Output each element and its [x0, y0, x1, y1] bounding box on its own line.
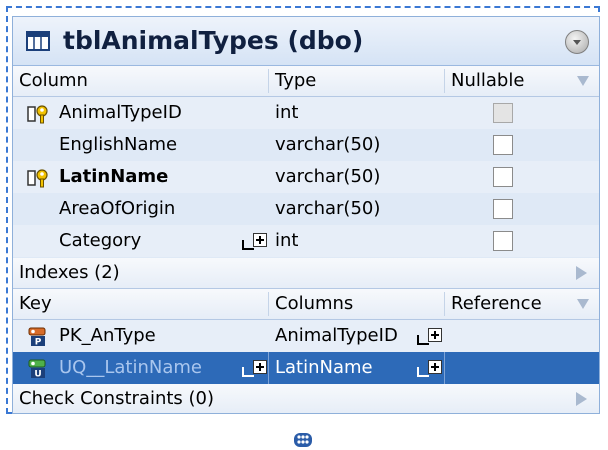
- relation-arrow-icon: [417, 335, 429, 345]
- table-icon: [26, 31, 50, 51]
- keys-header: Key Columns Reference: [13, 289, 599, 320]
- nullable-checkbox[interactable]: [493, 231, 513, 251]
- expand-section-icon[interactable]: [576, 266, 587, 280]
- relation-arrow-icon: [242, 240, 254, 250]
- table-title: tblAnimalTypes (dbo): [63, 26, 364, 55]
- expand-plus-icon[interactable]: [253, 233, 267, 247]
- nullable-checkbox[interactable]: [493, 167, 513, 187]
- key-header-reference[interactable]: Reference: [451, 289, 542, 319]
- key-column[interactable]: LatinName: [275, 352, 373, 384]
- unique-key-icon: U: [28, 359, 46, 380]
- column-header-type[interactable]: Type: [275, 66, 316, 96]
- move-handle-icon[interactable]: [293, 432, 313, 448]
- column-name[interactable]: EnglishName: [59, 129, 177, 161]
- key-column-icon: [27, 169, 48, 188]
- key-column[interactable]: AnimalTypeID: [275, 320, 398, 352]
- expand-plus-icon[interactable]: [428, 328, 442, 342]
- table-design-frame: tblAnimalTypes (dbo) Column Type Nullabl…: [6, 6, 602, 416]
- check-constraints-label[interactable]: Check Constraints (0): [19, 384, 214, 413]
- svg-text:P: P: [35, 338, 42, 348]
- column-row[interactable]: LatinName varchar(50): [13, 161, 599, 193]
- column-name[interactable]: Category: [59, 225, 141, 257]
- nullable-checkbox: [493, 103, 513, 123]
- column-row[interactable]: EnglishName varchar(50): [13, 129, 599, 161]
- column-name[interactable]: AreaOfOrigin: [59, 193, 175, 225]
- columns-header: Column Type Nullable: [13, 66, 599, 97]
- relation-arrow-icon: [417, 367, 429, 377]
- column-type[interactable]: varchar(50): [275, 193, 380, 225]
- key-name[interactable]: PK_AnType: [59, 320, 156, 352]
- column-header-column[interactable]: Column: [19, 66, 88, 96]
- expand-plus-icon[interactable]: [428, 360, 442, 374]
- column-type[interactable]: varchar(50): [275, 129, 380, 161]
- key-header-key[interactable]: Key: [19, 289, 52, 319]
- column-type[interactable]: int: [275, 97, 298, 129]
- column-name[interactable]: AnimalTypeID: [59, 97, 182, 129]
- collapse-icon[interactable]: [565, 30, 589, 54]
- key-name[interactable]: UQ__LatinName: [59, 352, 202, 384]
- svg-text:U: U: [34, 370, 41, 380]
- nullable-checkbox[interactable]: [493, 135, 513, 155]
- table-title-bar[interactable]: tblAnimalTypes (dbo): [13, 17, 599, 66]
- sort-dropdown-icon[interactable]: [577, 299, 589, 309]
- column-type[interactable]: varchar(50): [275, 161, 380, 193]
- indexes-label[interactable]: Indexes (2): [19, 258, 120, 288]
- check-constraints-section-header[interactable]: Check Constraints (0): [13, 384, 599, 413]
- column-row[interactable]: Category int: [13, 225, 599, 257]
- key-column-icon: [27, 105, 48, 124]
- column-header-nullable[interactable]: Nullable: [451, 66, 524, 96]
- column-row[interactable]: AnimalTypeID int: [13, 97, 599, 129]
- relation-arrow-icon: [242, 367, 254, 377]
- nullable-checkbox[interactable]: [493, 199, 513, 219]
- column-name[interactable]: LatinName: [59, 161, 168, 193]
- indexes-section-header[interactable]: Indexes (2): [13, 258, 599, 289]
- column-type[interactable]: int: [275, 225, 298, 257]
- key-row-selected[interactable]: U UQ__LatinName LatinName: [13, 352, 599, 384]
- key-row[interactable]: P PK_AnType AnimalTypeID: [13, 320, 599, 352]
- sort-dropdown-icon[interactable]: [577, 76, 589, 86]
- expand-plus-icon[interactable]: [253, 360, 267, 374]
- table-card[interactable]: tblAnimalTypes (dbo) Column Type Nullabl…: [12, 16, 600, 414]
- primary-key-icon: P: [28, 327, 46, 348]
- key-header-columns[interactable]: Columns: [275, 289, 353, 319]
- expand-section-icon[interactable]: [576, 392, 587, 406]
- column-row[interactable]: AreaOfOrigin varchar(50): [13, 193, 599, 225]
